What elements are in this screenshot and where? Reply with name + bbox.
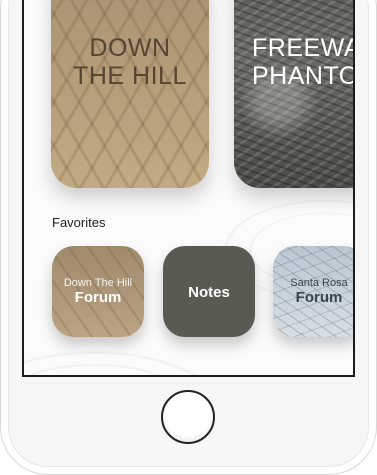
card-title-line2: THE HILL: [73, 62, 187, 90]
favorite-subtitle: Santa Rosa: [290, 277, 348, 289]
card-freeway-phantom[interactable]: FREEWA PHANTO: [234, 0, 355, 188]
card-title: DOWN THE HILL: [51, 34, 209, 90]
favorite-label: Forum: [74, 289, 122, 306]
card-title-line1: DOWN: [89, 34, 171, 62]
favorite-label: Forum: [295, 289, 343, 306]
card-title-line2: PHANTO: [252, 62, 355, 90]
app-screen: DOWN THE HILL FREEWA PHANTO Favorites Do…: [22, 0, 355, 377]
home-button[interactable]: [161, 390, 215, 444]
card-down-the-hill[interactable]: DOWN THE HILL: [51, 0, 209, 188]
favorite-subtitle: Down The Hill: [63, 277, 133, 289]
card-title: FREEWA PHANTO: [252, 34, 355, 90]
favorites-heading: Favorites: [52, 215, 106, 230]
favorite-notes[interactable]: Notes: [163, 246, 255, 337]
favorite-santa-rosa-forum[interactable]: Santa Rosa Forum: [273, 246, 353, 337]
favorite-down-the-hill-forum[interactable]: Down The Hill Forum: [52, 246, 144, 337]
card-title-line1: FREEWA: [252, 34, 355, 62]
favorite-label: Notes: [188, 284, 230, 301]
